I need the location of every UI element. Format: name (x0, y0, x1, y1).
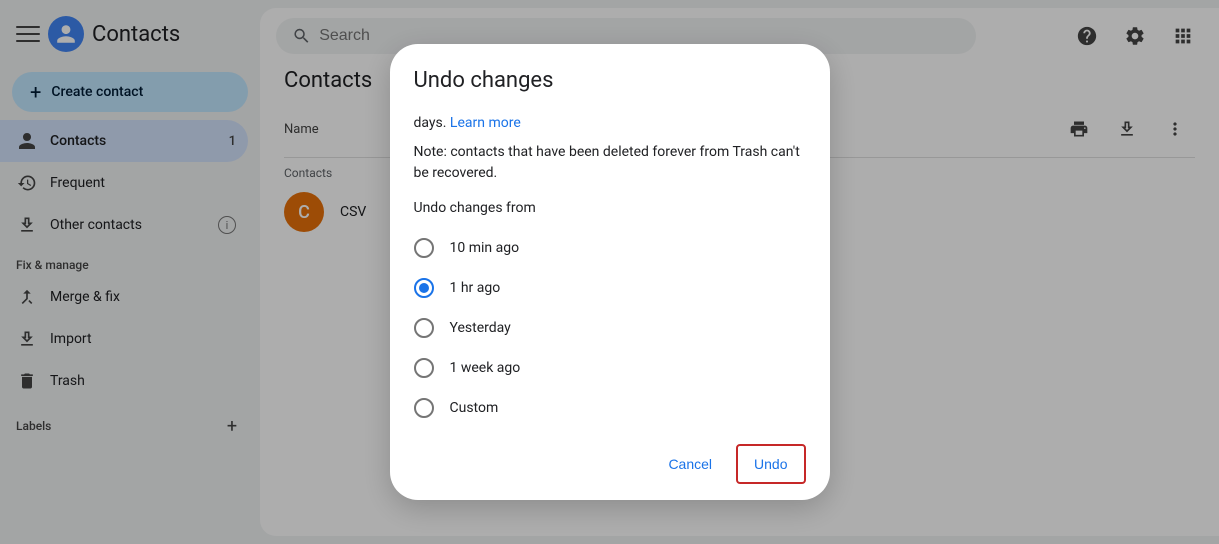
radio-option-10min[interactable]: 10 min ago (414, 228, 806, 268)
undo-button[interactable]: Undo (736, 444, 805, 484)
modal-note2: Note: contacts that have been deleted fo… (414, 142, 806, 184)
radio-label-10min: 10 min ago (450, 240, 520, 256)
learn-more-link[interactable]: Learn more (450, 115, 521, 131)
radio-label-custom: Custom (450, 400, 499, 416)
modal-scrollable[interactable]: days. Learn more Note: contacts that hav… (390, 113, 830, 428)
radio-label-1hr: 1 hr ago (450, 280, 501, 296)
radio-label-yesterday: Yesterday (450, 320, 511, 336)
modal-header: Undo changes (390, 44, 830, 113)
undo-changes-modal: Undo changes days. Learn more Note: cont… (390, 44, 830, 500)
radio-circle-1week (414, 358, 434, 378)
radio-option-1week[interactable]: 1 week ago (414, 348, 806, 388)
radio-option-1hr[interactable]: 1 hr ago (414, 268, 806, 308)
modal-title: Undo changes (414, 68, 806, 93)
modal-overlay: Undo changes days. Learn more Note: cont… (0, 0, 1219, 544)
cancel-button[interactable]: Cancel (652, 444, 728, 484)
radio-option-custom[interactable]: Custom (414, 388, 806, 428)
radio-option-yesterday[interactable]: Yesterday (414, 308, 806, 348)
radio-circle-1hr (414, 278, 434, 298)
radio-group-label: Undo changes from (414, 200, 806, 216)
radio-circle-yesterday (414, 318, 434, 338)
radio-circle-custom (414, 398, 434, 418)
radio-label-1week: 1 week ago (450, 360, 521, 376)
radio-circle-10min (414, 238, 434, 258)
modal-note1: days. Learn more (414, 113, 806, 134)
modal-footer: Cancel Undo (390, 428, 830, 500)
